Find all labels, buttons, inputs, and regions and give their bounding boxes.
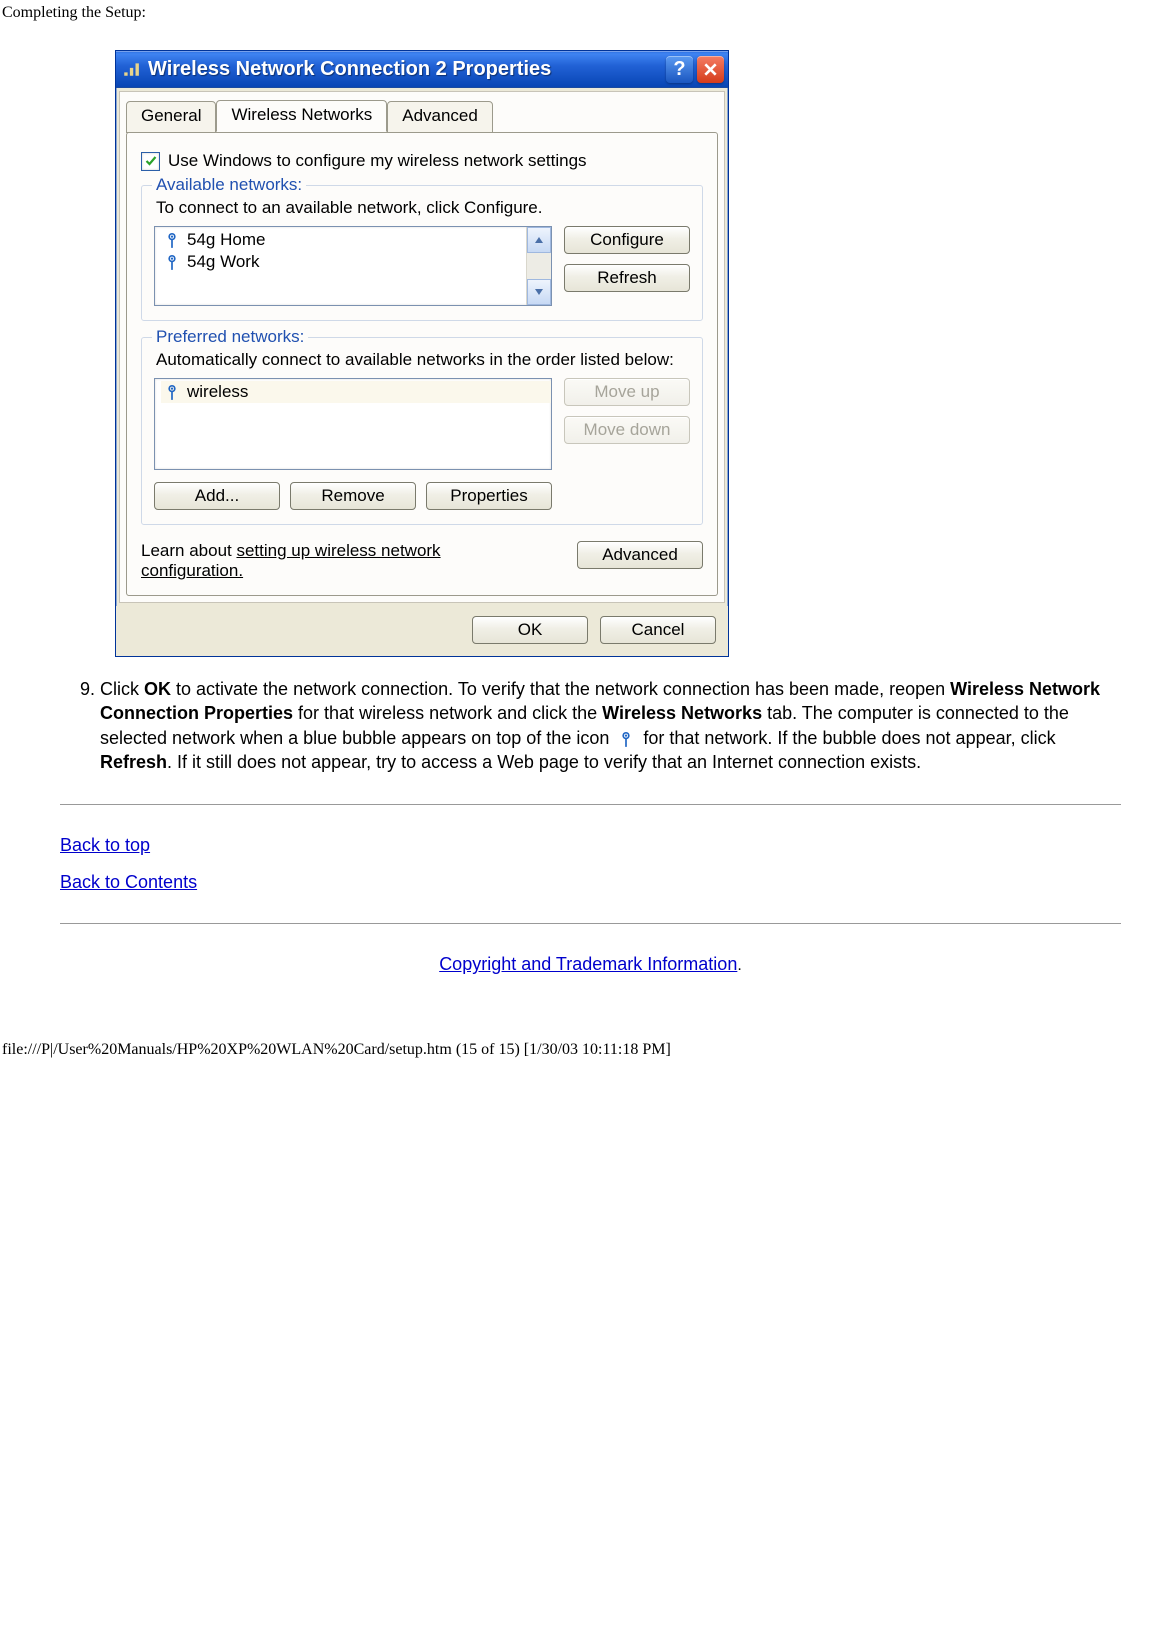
list-item[interactable]: wireless	[161, 381, 551, 403]
titlebar[interactable]: Wireless Network Connection 2 Properties…	[116, 51, 728, 88]
divider	[60, 923, 1121, 924]
page-breadcrumb: Completing the Setup:	[0, 0, 1161, 22]
step-9: Click OK to activate the network connect…	[100, 677, 1121, 774]
preferred-legend: Preferred networks:	[152, 327, 308, 347]
scroll-up-icon[interactable]	[527, 227, 551, 253]
antenna-icon	[163, 383, 181, 401]
add-button[interactable]: Add...	[154, 482, 280, 510]
properties-button[interactable]: Properties	[426, 482, 552, 510]
scroll-down-icon[interactable]	[527, 279, 551, 305]
back-to-contents-link[interactable]: Back to Contents	[60, 872, 197, 892]
refresh-button[interactable]: Refresh	[564, 264, 690, 292]
antenna-icon	[617, 730, 635, 748]
tab-advanced[interactable]: Advanced	[387, 101, 493, 133]
preferred-text: Automatically connect to available netwo…	[154, 344, 690, 378]
network-name: 54g Work	[187, 252, 259, 272]
scroll-track[interactable]	[527, 253, 551, 279]
help-button[interactable]: ?	[666, 56, 693, 83]
tab-general[interactable]: General	[126, 101, 216, 133]
copyright-link[interactable]: Copyright and Trademark Information	[439, 954, 737, 974]
titlebar-text: Wireless Network Connection 2 Properties	[148, 58, 666, 81]
use-windows-checkbox[interactable]	[141, 152, 160, 171]
move-down-button: Move down	[564, 416, 690, 444]
antenna-icon	[163, 253, 181, 271]
use-windows-label: Use Windows to configure my wireless net…	[168, 151, 587, 171]
page-footer: file:///P|/User%20Manuals/HP%20XP%20WLAN…	[0, 991, 1161, 1069]
network-name: wireless	[187, 382, 248, 402]
list-item[interactable]: 54g Work	[161, 251, 527, 273]
ok-button[interactable]: OK	[472, 616, 588, 644]
close-button[interactable]	[697, 56, 724, 83]
properties-dialog: Wireless Network Connection 2 Properties…	[115, 50, 729, 657]
scrollbar[interactable]	[526, 227, 551, 305]
cancel-button[interactable]: Cancel	[600, 616, 716, 644]
tab-wireless-networks[interactable]: Wireless Networks	[216, 100, 387, 132]
list-item[interactable]: 54g Home	[161, 229, 527, 251]
available-networks-list[interactable]: 54g Home 54g Work	[154, 226, 552, 306]
available-legend: Available networks:	[152, 175, 306, 195]
app-icon	[122, 60, 140, 78]
remove-button[interactable]: Remove	[290, 482, 416, 510]
move-up-button: Move up	[564, 378, 690, 406]
back-to-top-link[interactable]: Back to top	[60, 835, 150, 855]
preferred-networks-group: Preferred networks: Automatically connec…	[141, 337, 703, 525]
tab-strip: General Wireless Networks Advanced	[120, 92, 724, 132]
learn-about-text: Learn about setting up wireless network …	[141, 541, 471, 581]
configure-button[interactable]: Configure	[564, 226, 690, 254]
period: .	[737, 957, 741, 974]
tab-panel-wireless: Use Windows to configure my wireless net…	[126, 132, 718, 596]
advanced-button[interactable]: Advanced	[577, 541, 703, 569]
available-networks-group: Available networks: To connect to an ava…	[141, 185, 703, 321]
available-text: To connect to an available network, clic…	[154, 192, 690, 226]
preferred-networks-list[interactable]: wireless	[154, 378, 552, 470]
antenna-icon	[163, 231, 181, 249]
divider	[60, 804, 1121, 805]
network-name: 54g Home	[187, 230, 265, 250]
